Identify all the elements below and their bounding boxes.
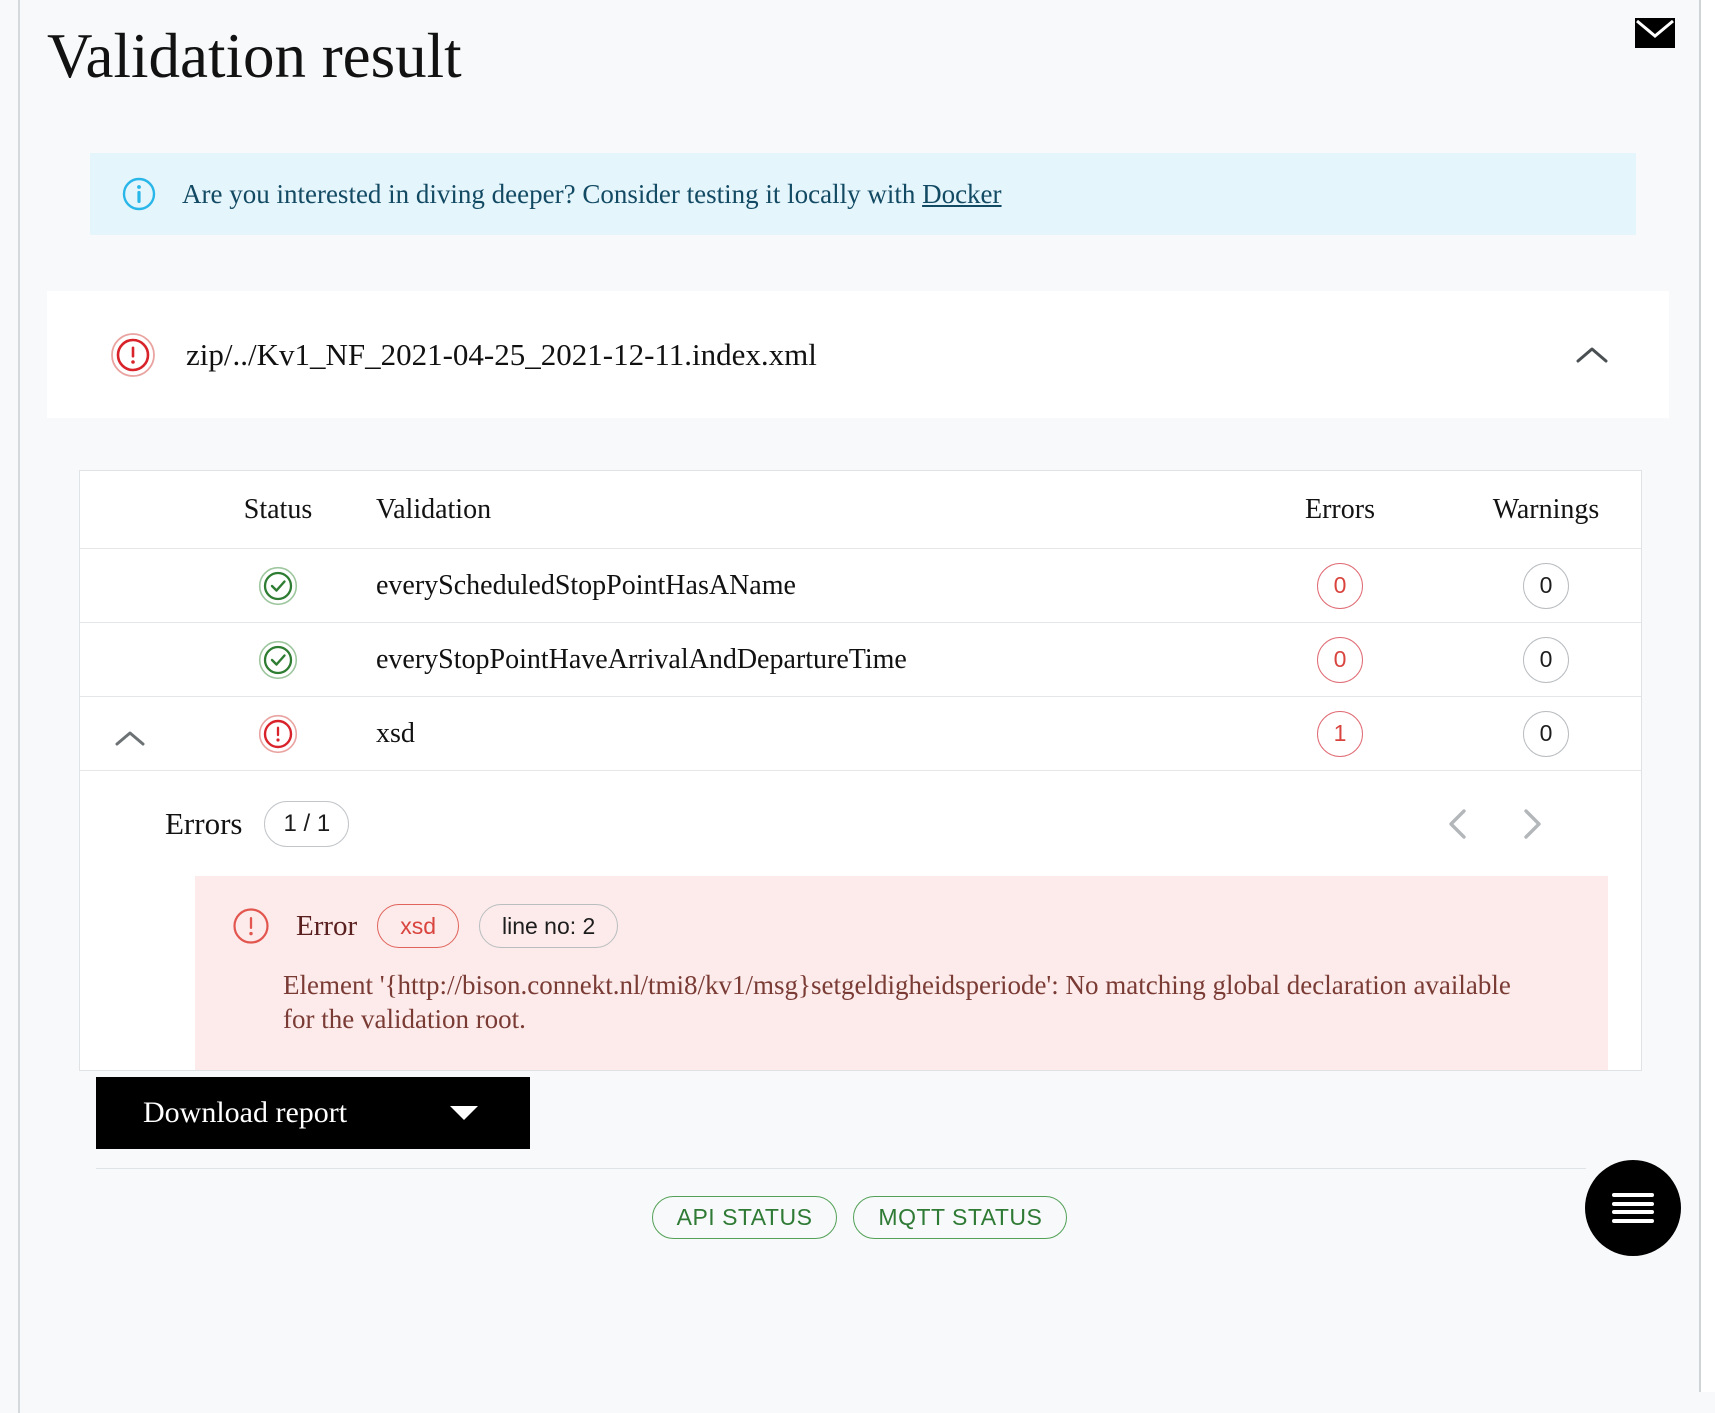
errors-pagination bbox=[1445, 807, 1545, 841]
download-report-button[interactable]: Download report bbox=[96, 1077, 530, 1149]
info-banner-message: Are you interested in diving deeper? Con… bbox=[182, 179, 923, 209]
hamburger-menu-icon bbox=[1612, 1193, 1654, 1223]
file-card-header[interactable]: zip/../Kv1_NF_2021-04-25_2021-12-11.inde… bbox=[47, 291, 1669, 418]
right-gutter bbox=[1701, 0, 1715, 1413]
check-circle-icon bbox=[258, 640, 298, 680]
warnings-count-badge: 0 bbox=[1523, 562, 1569, 609]
errors-detail-label: Errors bbox=[165, 805, 243, 841]
errors-count-badge: 0 bbox=[1317, 636, 1363, 683]
row-errors-cell: 0 bbox=[1229, 622, 1451, 697]
row-warnings-cell: 0 bbox=[1451, 548, 1641, 623]
table-row[interactable]: everyScheduledStopPointHasAName 0 0 bbox=[80, 548, 1641, 623]
errors-count-badge: 1 bbox=[1317, 710, 1363, 757]
row-validation-name: everyStopPointHaveArrivalAndDepartureTim… bbox=[376, 622, 1229, 697]
table-header-row: Status Validation Errors Warnings bbox=[80, 471, 1641, 549]
column-header-validation: Validation bbox=[376, 471, 1229, 549]
column-header-toggle bbox=[80, 471, 180, 549]
row-toggle-cell bbox=[80, 622, 180, 697]
right-border-rule bbox=[1699, 0, 1701, 1413]
row-toggle-cell bbox=[80, 548, 180, 623]
mail-icon[interactable] bbox=[1633, 16, 1677, 50]
chevron-up-icon[interactable] bbox=[114, 725, 146, 746]
warnings-count-badge: 0 bbox=[1523, 710, 1569, 757]
error-severity-label: Error bbox=[296, 909, 358, 942]
info-circle-icon bbox=[122, 177, 156, 211]
table-row[interactable]: xsd 1 0 bbox=[80, 696, 1641, 771]
main-content: Validation result Are you interested in … bbox=[20, 0, 1715, 1413]
api-status-chip[interactable]: API STATUS bbox=[651, 1196, 838, 1239]
warnings-count-badge: 0 bbox=[1523, 636, 1569, 683]
column-header-errors: Errors bbox=[1229, 471, 1451, 549]
chevron-up-icon[interactable] bbox=[1575, 344, 1609, 366]
row-warnings-cell: 0 bbox=[1451, 622, 1641, 697]
bottom-strip bbox=[40, 1392, 1715, 1413]
row-validation-name: everyScheduledStopPointHasAName bbox=[376, 548, 1229, 623]
row-warnings-cell: 0 bbox=[1451, 696, 1641, 771]
error-detail-header: Error xsd line no: 2 bbox=[195, 904, 1608, 948]
footer-divider bbox=[96, 1168, 1586, 1169]
column-header-status: Status bbox=[180, 471, 376, 549]
error-type-tag: xsd bbox=[377, 904, 459, 948]
table-row[interactable]: everyStopPointHaveArrivalAndDepartureTim… bbox=[80, 622, 1641, 697]
app-window: Validation result Are you interested in … bbox=[0, 0, 1715, 1413]
row-errors-cell: 0 bbox=[1229, 548, 1451, 623]
chevron-left-icon[interactable] bbox=[1445, 807, 1471, 841]
info-banner-text: Are you interested in diving deeper? Con… bbox=[182, 177, 1002, 211]
errors-detail-header: Errors 1 / 1 bbox=[80, 771, 1641, 876]
error-detail-box: Error xsd line no: 2 Element '{http://bi… bbox=[195, 876, 1608, 1070]
check-circle-icon bbox=[258, 566, 298, 606]
row-toggle-cell[interactable] bbox=[80, 696, 180, 771]
page-title: Validation result bbox=[47, 21, 462, 91]
validation-table: Status Validation Errors Warnings everyS… bbox=[80, 471, 1641, 771]
info-banner: Are you interested in diving deeper? Con… bbox=[90, 153, 1636, 235]
errors-pager-badge: 1 / 1 bbox=[264, 800, 350, 847]
column-header-warnings: Warnings bbox=[1451, 471, 1641, 549]
mqtt-status-chip[interactable]: MQTT STATUS bbox=[853, 1196, 1068, 1239]
row-status-cell bbox=[180, 548, 376, 623]
chevron-right-icon[interactable] bbox=[1519, 807, 1545, 841]
errors-detail-section: Errors 1 / 1 Error xsd line no: 2 Elemen… bbox=[80, 771, 1641, 1070]
row-validation-name: xsd bbox=[376, 696, 1229, 771]
row-errors-cell: 1 bbox=[1229, 696, 1451, 771]
error-line-tag: line no: 2 bbox=[478, 904, 619, 948]
error-circle-icon bbox=[232, 907, 270, 945]
error-circle-icon bbox=[110, 332, 156, 378]
error-circle-icon bbox=[258, 714, 298, 754]
hamburger-menu-fab[interactable] bbox=[1585, 1160, 1681, 1256]
docker-link[interactable]: Docker bbox=[922, 179, 1001, 209]
errors-count-badge: 0 bbox=[1317, 562, 1363, 609]
row-status-cell bbox=[180, 696, 376, 771]
validation-table-panel: Status Validation Errors Warnings everyS… bbox=[79, 470, 1642, 1071]
row-status-cell bbox=[180, 622, 376, 697]
caret-down-icon[interactable] bbox=[450, 1106, 478, 1120]
file-name-label: zip/../Kv1_NF_2021-04-25_2021-12-11.inde… bbox=[186, 336, 817, 372]
footer-status-chips: API STATUS MQTT STATUS bbox=[20, 1196, 1699, 1239]
error-message-text: Element '{http://bison.connekt.nl/tmi8/k… bbox=[283, 970, 1511, 1034]
download-report-label: Download report bbox=[143, 1096, 348, 1129]
